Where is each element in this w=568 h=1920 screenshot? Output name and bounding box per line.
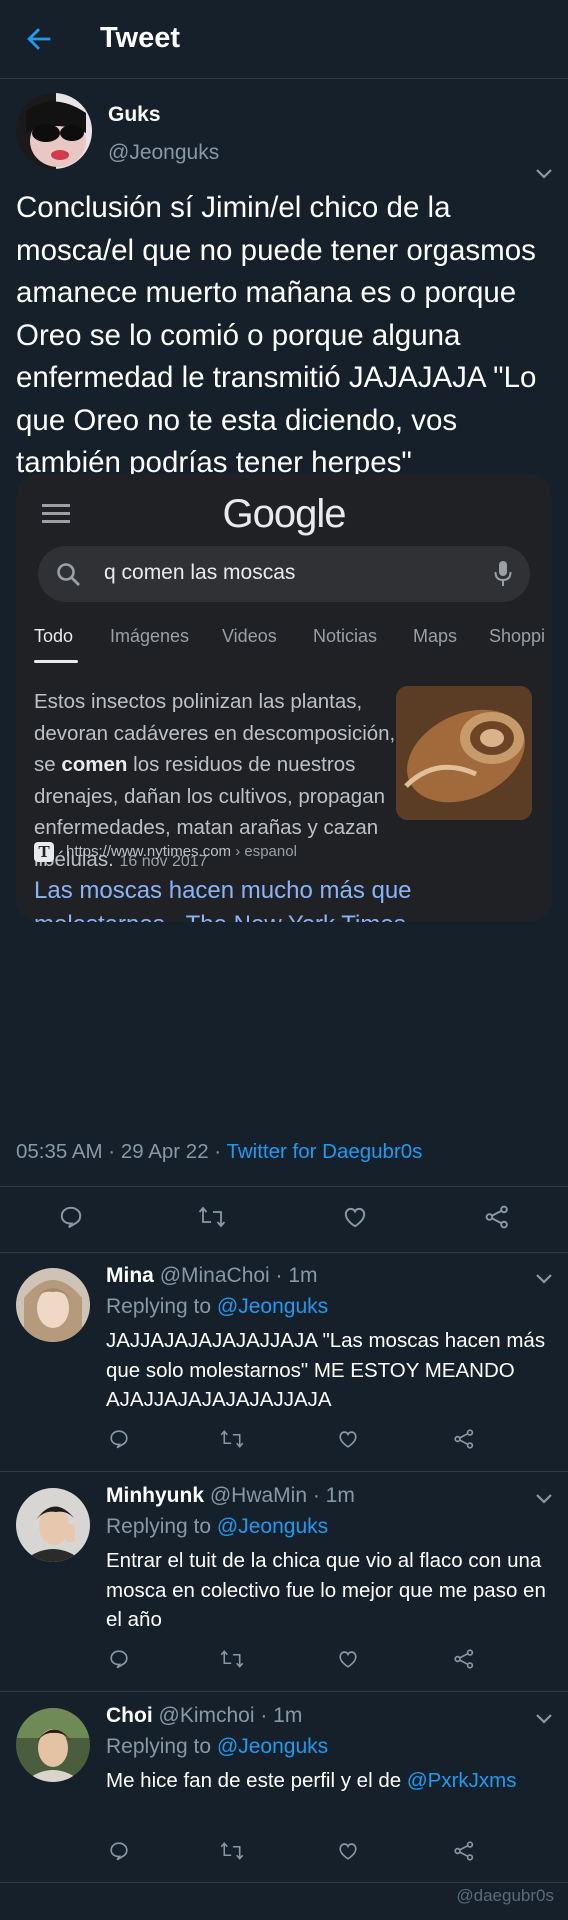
tab-noticias: Noticias bbox=[313, 626, 378, 646]
divider bbox=[0, 1186, 568, 1187]
reply-icon[interactable] bbox=[58, 1204, 84, 1230]
search-tabs: Todo Imágenes Videos Noticias Maps Shopp… bbox=[16, 620, 552, 668]
google-screenshot-card[interactable]: Google q comen las moscas Todo Imágenes … bbox=[16, 474, 552, 922]
reply-text-body: Me hice fan de este perfil y el de bbox=[106, 1769, 407, 1792]
chevron-down-icon[interactable] bbox=[534, 1712, 554, 1726]
avatar[interactable] bbox=[16, 1268, 90, 1342]
divider bbox=[0, 1691, 568, 1692]
tab-maps: Maps bbox=[413, 626, 458, 646]
reply-header: Minhyunk @HwaMin · 1m bbox=[106, 1484, 355, 1508]
retweet-icon[interactable] bbox=[220, 1428, 244, 1450]
replying-to: Replying to @Jeonguks bbox=[106, 1295, 328, 1319]
reply-header: Choi @Kimchoi · 1m bbox=[106, 1704, 302, 1728]
tweet-client-link[interactable]: Twitter for Daegubr0s bbox=[226, 1140, 422, 1163]
result-title-link[interactable]: Las moscas hacen mucho más que molestarn… bbox=[34, 874, 534, 922]
reply-author-name[interactable]: Choi bbox=[106, 1704, 153, 1727]
search-query: q comen las moscas bbox=[104, 561, 296, 584]
tweet-timestamp: 05:35 AM · 29 Apr 22 · bbox=[16, 1140, 227, 1163]
divider bbox=[0, 1252, 568, 1253]
replying-to: Replying to @Jeonguks bbox=[106, 1735, 328, 1759]
snippet-bold-keyword: comen bbox=[61, 753, 128, 776]
result-url: https://www.nytimes.com › espanol bbox=[66, 843, 297, 860]
arrow-left-icon[interactable] bbox=[22, 22, 56, 56]
top-bar: Tweet bbox=[0, 0, 568, 79]
reply-author-handle[interactable]: @HwaMin · 1m bbox=[210, 1484, 355, 1507]
nytimes-favicon: T bbox=[34, 842, 54, 862]
google-logo: Google bbox=[222, 492, 347, 536]
divider bbox=[0, 1471, 568, 1472]
tab-todo: Todo bbox=[34, 626, 74, 646]
tab-imagenes: Imágenes bbox=[110, 626, 190, 646]
retweet-icon[interactable] bbox=[198, 1204, 226, 1230]
retweet-icon[interactable] bbox=[220, 1840, 244, 1862]
reply-mention[interactable]: @PxrkJxms bbox=[407, 1769, 517, 1792]
retweet-icon[interactable] bbox=[220, 1648, 244, 1670]
tab-videos: Videos bbox=[222, 626, 277, 646]
replying-to-mention[interactable]: @Jeonguks bbox=[217, 1735, 328, 1758]
result-thumbnail bbox=[396, 686, 532, 820]
like-icon[interactable] bbox=[337, 1840, 359, 1862]
chevron-down-icon[interactable] bbox=[534, 167, 554, 181]
replying-to-mention[interactable]: @Jeonguks bbox=[217, 1295, 328, 1318]
author-name[interactable]: Guks bbox=[108, 103, 161, 127]
author-handle[interactable]: @Jeonguks bbox=[108, 141, 219, 165]
share-icon[interactable] bbox=[453, 1840, 475, 1862]
avatar[interactable] bbox=[16, 1488, 90, 1562]
replying-to-label: Replying to bbox=[106, 1515, 217, 1538]
replying-to-mention[interactable]: @Jeonguks bbox=[217, 1515, 328, 1538]
reply-icon[interactable] bbox=[108, 1428, 130, 1450]
search-box: q comen las moscas bbox=[38, 546, 530, 602]
watermark: @daegubr0s bbox=[456, 1886, 554, 1905]
search-icon bbox=[57, 563, 80, 586]
divider bbox=[0, 1882, 568, 1883]
replying-to: Replying to @Jeonguks bbox=[106, 1515, 328, 1539]
like-icon[interactable] bbox=[337, 1648, 359, 1670]
share-icon[interactable] bbox=[453, 1428, 475, 1450]
reply-icon[interactable] bbox=[108, 1648, 130, 1670]
share-icon[interactable] bbox=[484, 1204, 510, 1230]
chevron-down-icon[interactable] bbox=[534, 1492, 554, 1506]
microphone-icon bbox=[494, 561, 512, 586]
tab-shopping: Shoppi bbox=[489, 626, 546, 646]
reply-text: JAJJAJAJAJAJAJJAJA "Las moscas hacen más… bbox=[106, 1329, 546, 1411]
share-icon[interactable] bbox=[453, 1648, 475, 1670]
page-title: Tweet bbox=[100, 22, 181, 54]
reply-author-name[interactable]: Mina bbox=[106, 1264, 154, 1287]
reply-text: Me hice fan de este perfil y el de @Pxrk… bbox=[106, 1766, 556, 1796]
reply-header: Mina @MinaChoi · 1m bbox=[106, 1264, 318, 1288]
result-path: › espanol bbox=[231, 843, 297, 860]
result-domain: https://www.nytimes.com bbox=[66, 843, 232, 860]
replying-to-label: Replying to bbox=[106, 1735, 217, 1758]
reply-author-handle[interactable]: @MinaChoi · 1m bbox=[160, 1264, 318, 1287]
avatar[interactable] bbox=[16, 1708, 90, 1782]
reply-text: Entrar el tuit de la chica que vio al fl… bbox=[106, 1549, 546, 1631]
replying-to-label: Replying to bbox=[106, 1295, 217, 1318]
like-icon[interactable] bbox=[337, 1428, 359, 1450]
reply-icon[interactable] bbox=[108, 1840, 130, 1862]
reply-author-name[interactable]: Minhyunk bbox=[106, 1484, 204, 1507]
chevron-down-icon[interactable] bbox=[534, 1272, 554, 1286]
tweet-text: Conclusión sí Jimin/el chico de la mosca… bbox=[16, 191, 537, 479]
like-icon[interactable] bbox=[342, 1204, 368, 1230]
tweet-metadata: 05:35 AM · 29 Apr 22 · Twitter for Daegu… bbox=[16, 1140, 422, 1164]
reply-author-handle[interactable]: @Kimchoi · 1m bbox=[159, 1704, 303, 1727]
active-tab-indicator bbox=[34, 660, 78, 663]
avatar[interactable] bbox=[16, 93, 92, 169]
